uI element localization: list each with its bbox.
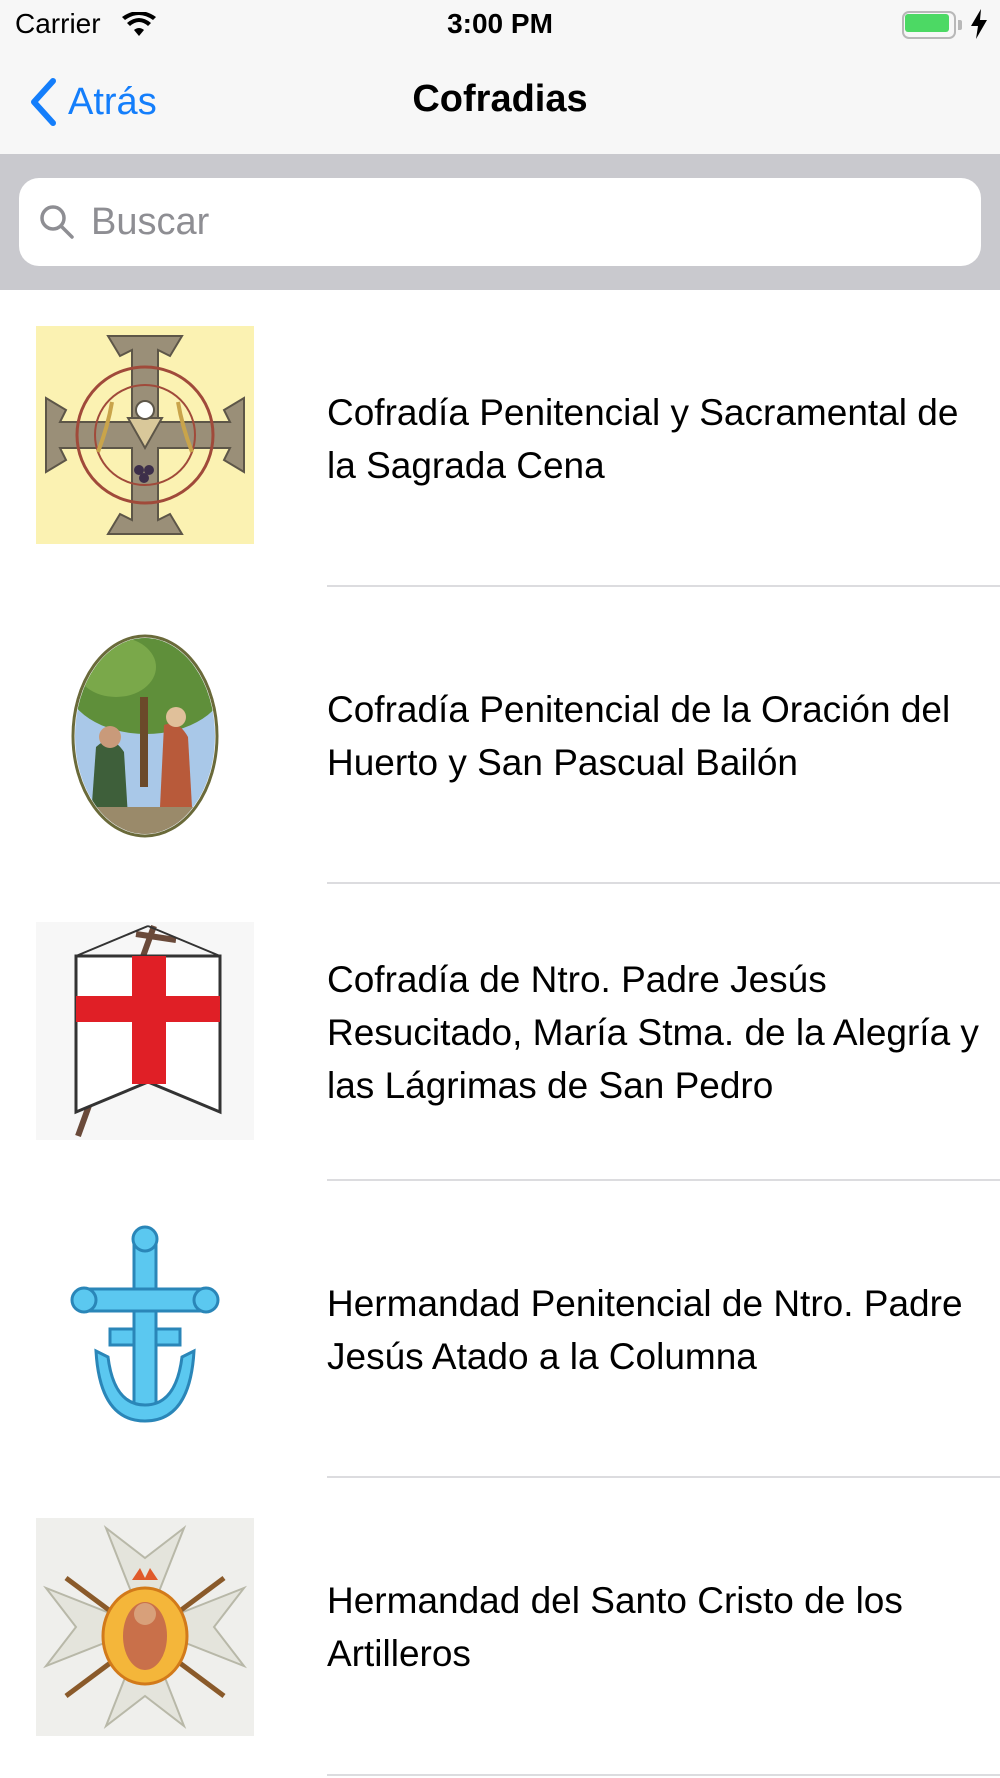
list-item[interactable]: Hermandad del Santo Cristo de los Artill… bbox=[0, 1478, 1000, 1776]
list-item[interactable]: Cofradía Penitencial de la Oración del H… bbox=[0, 587, 1000, 884]
separator bbox=[327, 1774, 1000, 1776]
cofradias-list: Cofradía Penitencial y Sacramental de la… bbox=[0, 290, 1000, 1776]
cofradia-name: Cofradía Penitencial de la Oración del H… bbox=[327, 688, 951, 783]
cofradia-name: Cofradía Penitencial y Sacramental de la… bbox=[327, 391, 959, 486]
list-item[interactable]: Cofradía de Ntro. Padre Jesús Resucitado… bbox=[0, 884, 1000, 1181]
blue-cross-anchor-emblem bbox=[36, 1221, 254, 1439]
search-bar bbox=[0, 154, 1000, 290]
sagrada-cena-cross-emblem bbox=[36, 326, 254, 544]
search-field[interactable] bbox=[19, 178, 981, 266]
navigation-bar: Atrás Cofradias bbox=[0, 50, 1000, 154]
cofradia-name: Hermandad del Santo Cristo de los Artill… bbox=[327, 1580, 903, 1674]
cofradia-name: Hermandad Penitencial de Ntro. Padre Jes… bbox=[327, 1282, 963, 1377]
list-item[interactable]: Hermandad Penitencial de Ntro. Padre Jes… bbox=[0, 1181, 1000, 1478]
oracion-huerto-oval-emblem bbox=[36, 627, 254, 845]
search-icon bbox=[40, 205, 74, 239]
page-title: Cofradias bbox=[412, 78, 588, 120]
list-item[interactable]: Cofradía Penitencial y Sacramental de la… bbox=[0, 290, 1000, 587]
battery-icon bbox=[902, 11, 962, 39]
maltese-cross-cristo-emblem bbox=[36, 1518, 254, 1736]
status-bar: Carrier 3:00 PM bbox=[0, 0, 1000, 50]
search-input[interactable] bbox=[91, 200, 981, 244]
status-time: 3:00 PM bbox=[447, 8, 553, 39]
bolt-icon bbox=[971, 9, 987, 39]
red-cross-banner-emblem bbox=[36, 922, 254, 1140]
cofradia-name: Cofradía de Ntro. Padre Jesús Resucitado… bbox=[327, 959, 979, 1106]
